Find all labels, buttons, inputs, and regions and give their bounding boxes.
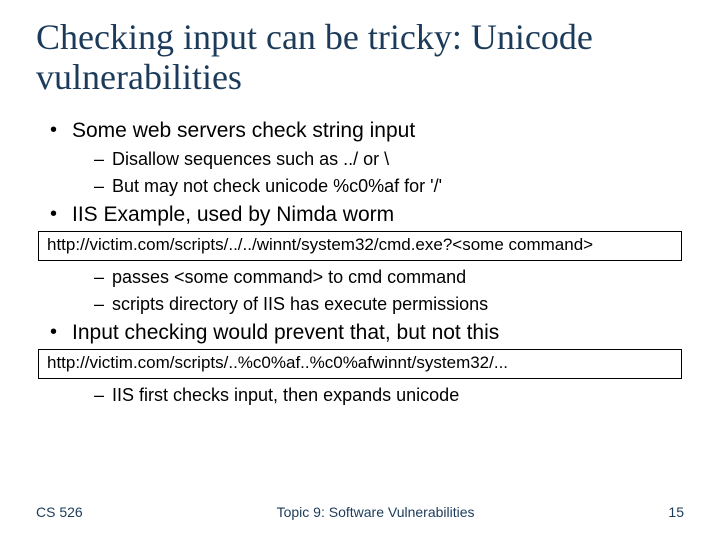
footer-page-number: 15 [668,504,684,520]
example-url-box: http://victim.com/scripts/../../winnt/sy… [38,231,682,261]
bullet-list: Some web servers check string input Disa… [36,119,684,227]
sub-bullet-list: IIS first checks input, then expands uni… [72,385,684,406]
sub-bullet-item: passes <some command> to cmd command [94,267,684,288]
sub-bullet-list: Disallow sequences such as ../ or \ But … [72,149,684,197]
footer-center: Topic 9: Software Vulnerabilities [83,504,669,520]
bullet-text: Some web servers check string input [72,119,415,142]
sub-bullet-item: scripts directory of IIS has execute per… [94,294,684,315]
bullet-text: Input checking would prevent that, but n… [72,321,499,344]
footer-left: CS 526 [36,504,83,520]
bullet-item: IIS Example, used by Nimda worm [50,203,684,227]
bullet-item: Some web servers check string input Disa… [50,119,684,197]
sub-bullet-item: But may not check unicode %c0%af for '/' [94,176,684,197]
example-url-box: http://victim.com/scripts/..%c0%af..%c0%… [38,349,682,379]
bullet-list-cont: passes <some command> to cmd command scr… [36,267,684,345]
sub-bullet-list: passes <some command> to cmd command scr… [72,267,684,315]
slide-footer: CS 526 Topic 9: Software Vulnerabilities… [0,504,720,520]
bullet-item-hidden: passes <some command> to cmd command scr… [50,267,684,315]
bullet-item-hidden: IIS first checks input, then expands uni… [50,385,684,406]
sub-bullet-item: Disallow sequences such as ../ or \ [94,149,684,170]
bullet-text: IIS Example, used by Nimda worm [72,203,394,226]
slide: Checking input can be tricky: Unicode vu… [0,0,720,540]
bullet-list-cont2: IIS first checks input, then expands uni… [36,385,684,406]
bullet-item: Input checking would prevent that, but n… [50,321,684,345]
sub-bullet-item: IIS first checks input, then expands uni… [94,385,684,406]
slide-title: Checking input can be tricky: Unicode vu… [36,18,684,97]
